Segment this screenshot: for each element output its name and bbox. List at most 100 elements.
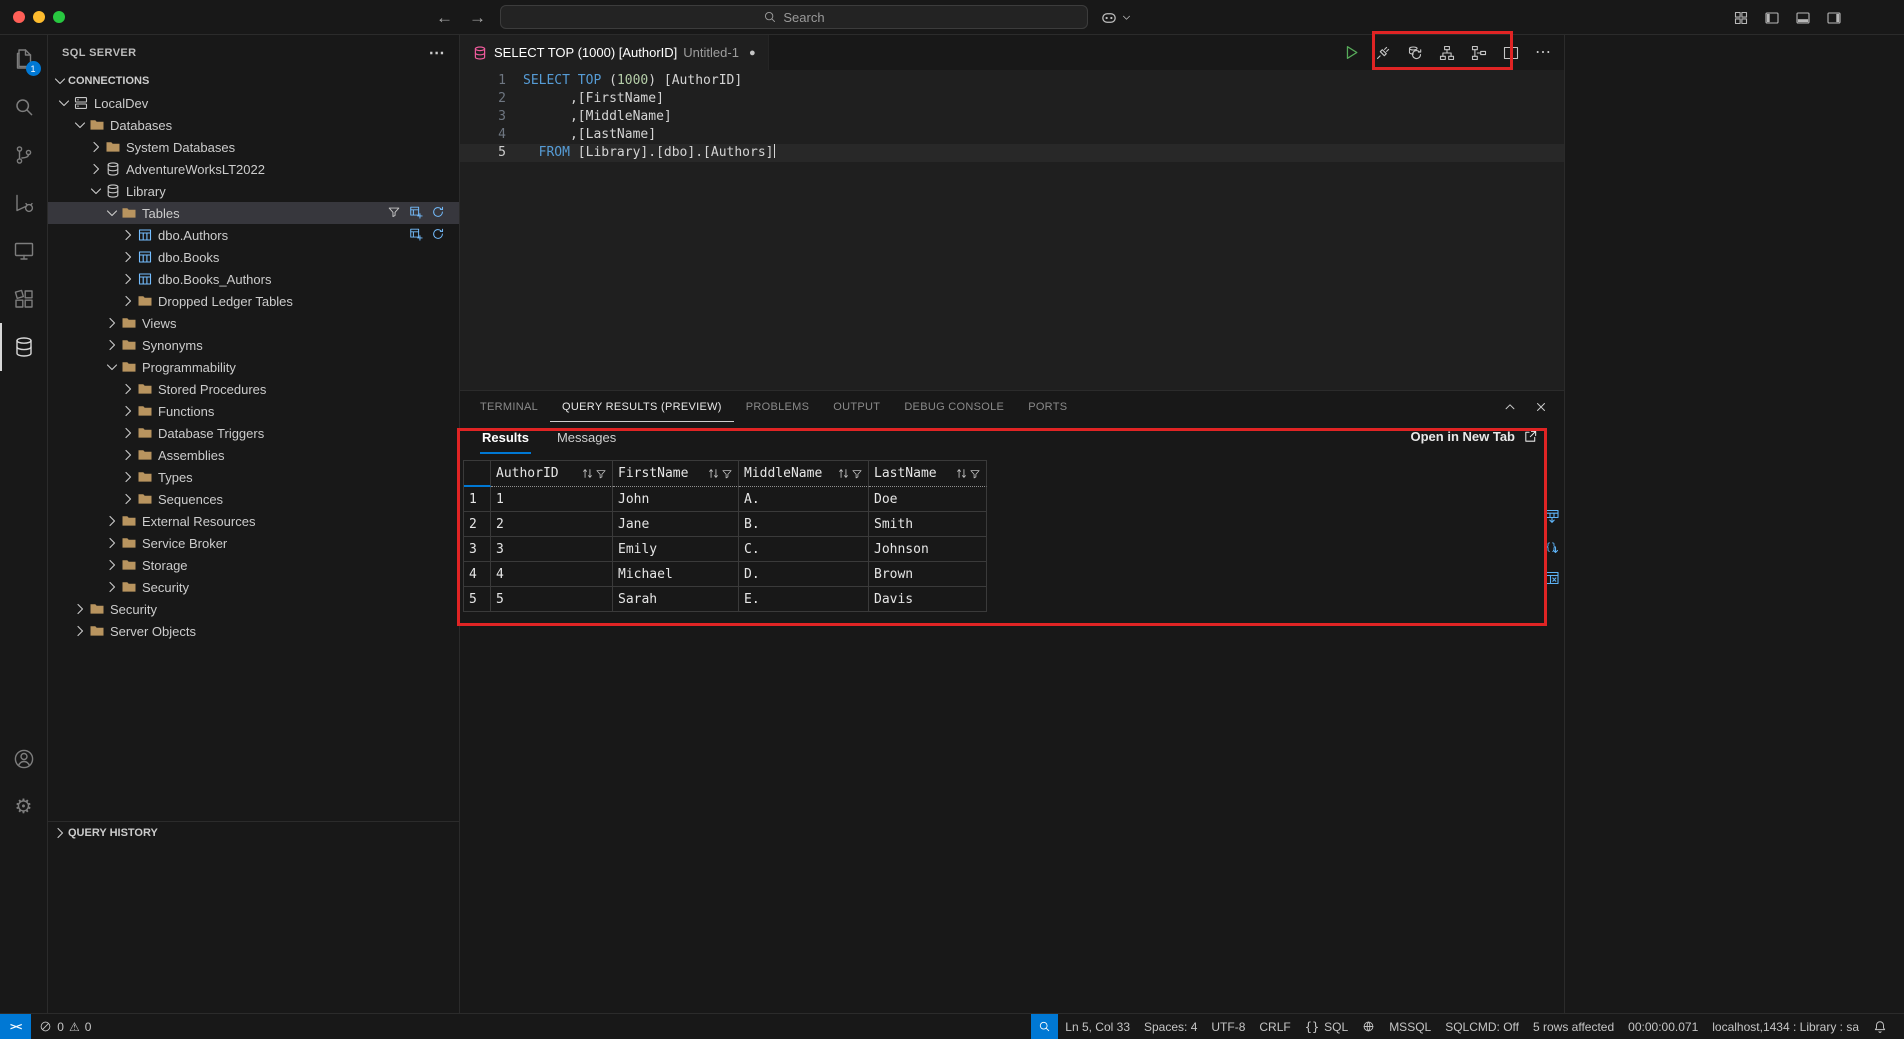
tree-item-dbo-books[interactable]: dbo.Books: [48, 246, 459, 268]
tree-item-localdev[interactable]: LocalDev: [48, 92, 459, 114]
toggle-primary-sidebar-button[interactable]: [1764, 10, 1780, 26]
sort-icon[interactable]: [581, 467, 594, 480]
grid-cell[interactable]: 2: [491, 512, 613, 537]
query-history-section-header[interactable]: QUERY HISTORY: [48, 821, 459, 843]
save-as-csv-button[interactable]: [1544, 508, 1560, 524]
more-actions-button[interactable]: ⋯: [1532, 41, 1554, 65]
row-number-cell[interactable]: 2: [464, 512, 491, 537]
disconnect-button[interactable]: [1372, 41, 1394, 65]
status-encoding[interactable]: UTF-8: [1204, 1014, 1252, 1039]
maximize-panel-button[interactable]: [1503, 400, 1517, 414]
status-notifications[interactable]: [1866, 1014, 1894, 1039]
save-as-json-button[interactable]: {}: [1544, 539, 1560, 555]
activity-item-settings[interactable]: ⚙: [0, 783, 48, 831]
results-tab-results[interactable]: Results: [480, 430, 531, 454]
grid-cell[interactable]: C.: [739, 537, 869, 562]
tree-item-dbo-authors[interactable]: dbo.Authors: [48, 224, 459, 246]
close-window-button[interactable]: [13, 11, 25, 23]
tree-item-sequences[interactable]: Sequences: [48, 488, 459, 510]
panel-tab-query-results-preview[interactable]: QUERY RESULTS (PREVIEW): [550, 391, 734, 422]
grid-cell[interactable]: A.: [739, 487, 869, 512]
grid-cell[interactable]: Doe: [869, 487, 987, 512]
grid-column-header-authorid[interactable]: AuthorID: [491, 461, 613, 487]
panel-tab-debug-console[interactable]: DEBUG CONSOLE: [892, 391, 1016, 422]
activity-item-explorer[interactable]: 1: [0, 35, 48, 83]
tree-item-stored-procedures[interactable]: Stored Procedures: [48, 378, 459, 400]
customize-layout-button[interactable]: [1733, 10, 1749, 26]
grid-cell[interactable]: Jane: [613, 512, 739, 537]
status-mssql-status[interactable]: MSSQL: [1382, 1014, 1438, 1039]
tree-item-external-resources[interactable]: External Resources: [48, 510, 459, 532]
grid-column-header-lastname[interactable]: LastName: [869, 461, 987, 487]
tree-item-programmability[interactable]: Programmability: [48, 356, 459, 378]
filter-icon[interactable]: [851, 468, 863, 480]
code-line[interactable]: 3 ,[MiddleName]: [460, 108, 1564, 126]
status-language-mode[interactable]: {}SQL: [1298, 1014, 1355, 1039]
filter-icon[interactable]: [969, 468, 981, 480]
activity-item-remote-explorer[interactable]: [0, 227, 48, 275]
grid-cell[interactable]: 5: [491, 587, 613, 612]
status-indentation[interactable]: Spaces: 4: [1137, 1014, 1204, 1039]
open-in-new-tab-button[interactable]: Open in New Tab: [1411, 429, 1539, 444]
sort-icon[interactable]: [707, 467, 720, 480]
grid-corner-cell[interactable]: [464, 461, 491, 487]
panel-tab-ports[interactable]: PORTS: [1016, 391, 1079, 422]
activity-item-sql-server[interactable]: [0, 323, 48, 371]
sort-icon[interactable]: [955, 467, 968, 480]
save-as-excel-button[interactable]: [1544, 570, 1560, 586]
activity-item-run-and-debug[interactable]: [0, 179, 48, 227]
status-eol[interactable]: CRLF: [1252, 1014, 1297, 1039]
tree-item-system-databases[interactable]: System Databases: [48, 136, 459, 158]
tree-item-views[interactable]: Views: [48, 312, 459, 334]
tree-item-security[interactable]: Security: [48, 598, 459, 620]
grid-cell[interactable]: Sarah: [613, 587, 739, 612]
grid-cell[interactable]: Smith: [869, 512, 987, 537]
grid-cell[interactable]: John: [613, 487, 739, 512]
tree-item-service-broker[interactable]: Service Broker: [48, 532, 459, 554]
refresh-action-icon[interactable]: [431, 205, 445, 222]
toggle-secondary-sidebar-button[interactable]: [1826, 10, 1842, 26]
close-panel-button[interactable]: [1534, 400, 1548, 414]
grid-action-icon[interactable]: [409, 205, 423, 222]
grid-column-header-middlename[interactable]: MiddleName: [739, 461, 869, 487]
tree-item-storage[interactable]: Storage: [48, 554, 459, 576]
tree-item-synonyms[interactable]: Synonyms: [48, 334, 459, 356]
connections-section-header[interactable]: CONNECTIONS: [48, 70, 459, 92]
command-center-search[interactable]: Search: [500, 5, 1088, 29]
grid-cell[interactable]: Johnson: [869, 537, 987, 562]
status-cursor-position[interactable]: Ln 5, Col 33: [1058, 1014, 1137, 1039]
panel-tab-output[interactable]: OUTPUT: [821, 391, 892, 422]
grid-cell[interactable]: Brown: [869, 562, 987, 587]
activity-item-search[interactable]: [0, 83, 48, 131]
tree-item-functions[interactable]: Functions: [48, 400, 459, 422]
sort-icon[interactable]: [837, 467, 850, 480]
tree-item-types[interactable]: Types: [48, 466, 459, 488]
results-tab-messages[interactable]: Messages: [555, 430, 618, 454]
tree-item-dropped-ledger-tables[interactable]: Dropped Ledger Tables: [48, 290, 459, 312]
row-number-cell[interactable]: 1: [464, 487, 491, 512]
tree-item-dbo-books-authors[interactable]: dbo.Books_Authors: [48, 268, 459, 290]
grid-cell[interactable]: Michael: [613, 562, 739, 587]
refresh-action-icon[interactable]: [431, 227, 445, 244]
change-connection-button[interactable]: [1404, 41, 1426, 65]
modified-indicator-icon[interactable]: ●: [749, 47, 756, 59]
activity-item-source-control[interactable]: [0, 131, 48, 179]
tree-item-library[interactable]: Library: [48, 180, 459, 202]
row-number-cell[interactable]: 4: [464, 562, 491, 587]
code-line[interactable]: 1SELECT TOP (1000) [AuthorID]: [460, 72, 1564, 90]
forward-button[interactable]: →: [469, 8, 486, 28]
status-zoom-indicator[interactable]: [1031, 1014, 1058, 1039]
status-language-status[interactable]: [1355, 1014, 1382, 1039]
panel-tab-problems[interactable]: PROBLEMS: [734, 391, 822, 422]
activity-item-accounts[interactable]: [0, 735, 48, 783]
filter-action-icon[interactable]: [387, 205, 401, 222]
status-connection-status[interactable]: localhost,1434 : Library : sa: [1705, 1014, 1866, 1039]
problems-status[interactable]: 0 ⚠ 0: [31, 1014, 91, 1039]
zoom-window-button[interactable]: [53, 11, 65, 23]
back-button[interactable]: ←: [436, 8, 453, 28]
more-actions-icon[interactable]: ⋯: [429, 43, 445, 63]
grid-cell[interactable]: 4: [491, 562, 613, 587]
grid-cell[interactable]: B.: [739, 512, 869, 537]
editor-tab[interactable]: SELECT TOP (1000) [AuthorID] Untitled-1 …: [460, 35, 769, 70]
grid-column-header-firstname[interactable]: FirstName: [613, 461, 739, 487]
